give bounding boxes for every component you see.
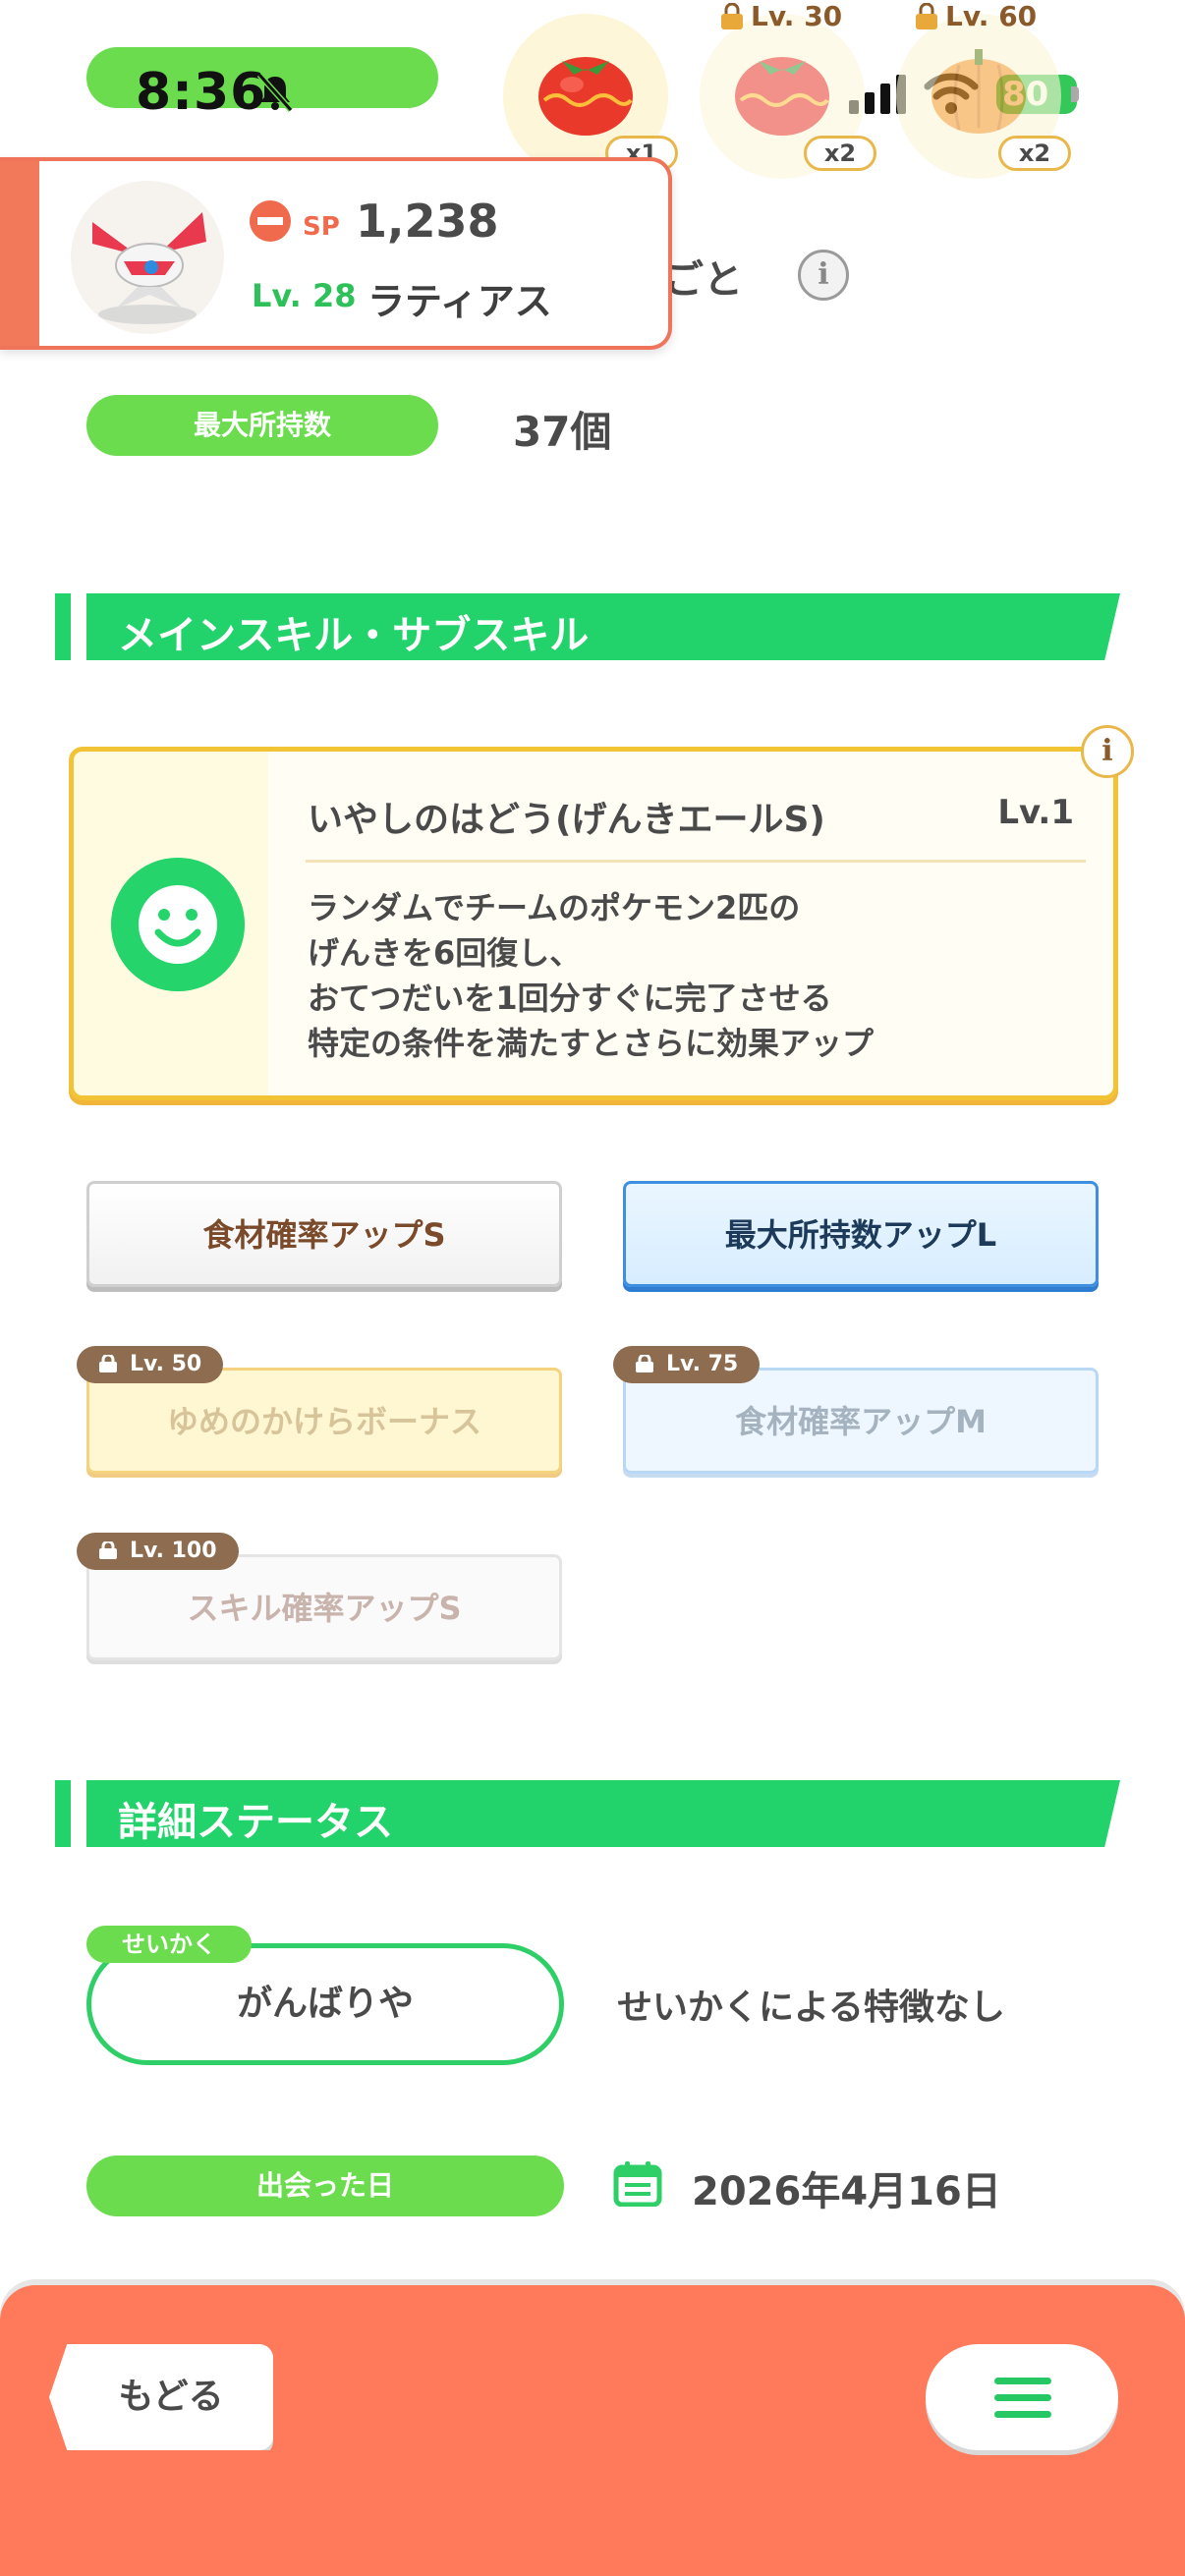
sp-label: SP — [303, 212, 340, 242]
main-skill-level: Lv.1 — [997, 793, 1074, 832]
subskill-button-4[interactable]: 食材確率アップM — [623, 1368, 1099, 1474]
detail-section-title: 詳細ステータス — [118, 1800, 393, 1845]
nature-description: せいかくによる特徴なし — [617, 1988, 1005, 2028]
main-skill-name: いやしのはどう(げんきエールS) — [308, 800, 825, 840]
info-icon[interactable]: i — [798, 250, 849, 301]
detail-section-header: 詳細ステータス — [55, 1780, 1120, 1847]
nature-tag: せいかく — [86, 1926, 252, 1963]
skill-desc-line: げんきを6回復し、 — [308, 934, 582, 972]
lock-icon — [99, 1541, 117, 1559]
subskill-button-2[interactable]: 最大所持数アップL — [623, 1181, 1099, 1287]
tomato-icon — [538, 57, 633, 136]
tomato-icon — [735, 57, 829, 136]
skills-section-header: メインスキル・サブスキル — [55, 593, 1120, 660]
lock-level: Lv. 100 — [130, 1539, 217, 1563]
sp-icon — [250, 200, 291, 242]
lock-icon — [99, 1355, 117, 1372]
skill-desc-line: 特定の条件を満たすとさらに効果アップ — [308, 1025, 875, 1062]
skill-divider — [306, 860, 1086, 863]
subskill-button-1[interactable]: 食材確率アップS — [86, 1181, 562, 1287]
subskill-button-3[interactable]: ゆめのかけらボーナス — [86, 1368, 562, 1474]
pokemon-name: ラティアス — [367, 280, 552, 323]
card-stripe — [0, 161, 39, 346]
calendar-icon — [613, 2161, 662, 2207]
ingredient-lock-2: Lv. 30 — [719, 0, 842, 32]
bell-muted-icon — [256, 73, 294, 112]
lock-icon — [916, 2, 937, 29]
skills-section-title: メインスキル・サブスキル — [118, 613, 590, 658]
menu-icon-line — [994, 2394, 1051, 2401]
pokemon-level: Lv. 28 — [252, 277, 357, 314]
lock-icon — [636, 1355, 653, 1372]
skill-desc-line: ランダムでチームのポケモン2匹の — [308, 889, 801, 926]
main-skill-description: ランダムでチームのポケモン2匹の げんきを6回復し、 おてつだいを1回分すぐに完… — [308, 885, 1094, 1066]
main-skill-card[interactable]: いやしのはどう(げんきエールS) Lv.1 ランダムでチームのポケモン2匹の げ… — [69, 747, 1118, 1100]
header-accent-bar — [55, 1780, 71, 1847]
met-date-label: 出会った日 — [86, 2156, 564, 2216]
max-carry-label: 最大所持数 — [86, 395, 438, 456]
menu-button[interactable] — [926, 2344, 1118, 2450]
ingredient-count-2: x2 — [804, 136, 876, 171]
pumpkin-icon — [931, 49, 1026, 134]
pokemon-avatar — [71, 181, 224, 334]
ingredient-lock-label-3: Lv. 60 — [945, 0, 1038, 32]
pokemon-card[interactable]: SP 1,238 Lv. 28 ラティアス — [0, 157, 672, 350]
subskill-lock-tag-3: Lv. 50 — [77, 1346, 224, 1383]
sp-value: 1,238 — [356, 195, 499, 248]
status-time: 8:36 — [136, 63, 267, 122]
smile-icon — [111, 858, 245, 991]
battery-cap — [1071, 86, 1079, 102]
menu-icon-line — [994, 2378, 1051, 2384]
subskill-lock-tag-5: Lv. 100 — [77, 1533, 239, 1570]
ingredient-lock-3: Lv. 60 — [914, 0, 1037, 32]
lock-icon — [721, 2, 743, 29]
ingredient-count-3: x2 — [998, 136, 1071, 171]
skill-desc-line: おてつだいを1回分すぐに完了させる — [308, 980, 832, 1017]
lock-level: Lv. 50 — [130, 1352, 202, 1376]
section-title-partial: ごと — [664, 257, 743, 303]
header-accent-bar — [55, 593, 71, 660]
skill-info-icon[interactable]: i — [1081, 725, 1134, 778]
lock-level: Lv. 75 — [666, 1352, 739, 1376]
subskill-lock-tag-4: Lv. 75 — [613, 1346, 761, 1383]
met-date-value: 2026年4月16日 — [692, 2169, 1001, 2214]
ingredient-lock-label-2: Lv. 30 — [751, 0, 843, 32]
menu-icon-line — [994, 2411, 1051, 2418]
subskill-button-5[interactable]: スキル確率アップS — [86, 1554, 562, 1660]
back-button[interactable]: もどる — [49, 2344, 273, 2450]
max-carry-value: 37個 — [513, 408, 612, 456]
